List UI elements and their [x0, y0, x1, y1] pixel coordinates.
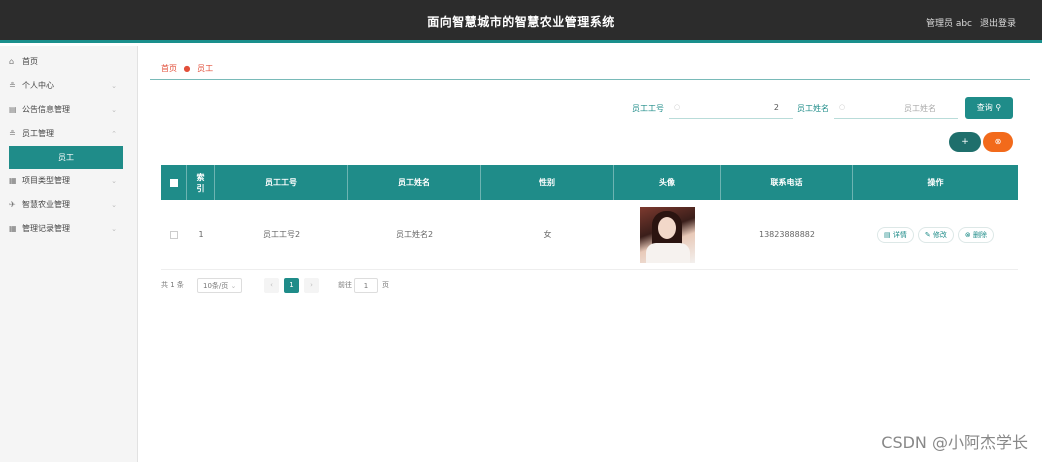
- row-select-cell[interactable]: [161, 200, 187, 269]
- add-icon: +: [961, 137, 969, 147]
- row-avatar-cell: [614, 200, 721, 269]
- chevron-down-icon: ⌄: [111, 177, 117, 185]
- page-size-value: 10条/页: [203, 282, 229, 290]
- chevron-down-icon: ⌄: [230, 282, 237, 290]
- row-phone: 13823888882: [759, 230, 815, 239]
- row-employee-name: 员工姓名2: [395, 230, 434, 239]
- search-button-label: 查询: [976, 103, 993, 112]
- select-all-cell[interactable]: [161, 165, 187, 200]
- employee-no-value: 2: [773, 103, 779, 112]
- chevron-down-icon: ⌄: [111, 82, 117, 90]
- table-header: 索引 员工工号 员工姓名 性别 头像 联系电话 操作: [161, 165, 1018, 200]
- logout-link[interactable]: 退出登录: [980, 16, 1016, 29]
- goto-label: 前往: [338, 281, 352, 289]
- row-index: 1: [198, 230, 204, 239]
- edit-button-label: 修改: [932, 230, 947, 239]
- detail-button[interactable]: ▤ 详情: [876, 226, 914, 243]
- home-icon: ⌂: [9, 57, 15, 66]
- sidebar-item-notice[interactable]: ▤ 公告信息管理 ⌄: [0, 98, 137, 122]
- top-bar: 面向智慧城市的智慧农业管理系统 管理员 abc 退出登录: [0, 0, 1042, 43]
- col-avatar: 头像: [614, 165, 721, 200]
- employee-name-input[interactable]: ○ 员工姓名: [834, 97, 958, 119]
- sidebar-item-label: 管理记录管理: [22, 224, 70, 233]
- chevron-down-icon: ⌄: [111, 106, 117, 114]
- row-operations: ▤ 详情 ✎ 修改 ⊗ 删除: [853, 200, 1018, 269]
- delete-row-button[interactable]: ⊗ 删除: [957, 226, 995, 243]
- sidebar-item-label: 智慧农业管理: [22, 200, 70, 209]
- sidebar-item-label: 首页: [22, 57, 38, 66]
- sidebar-item-label: 员工管理: [22, 129, 54, 138]
- main-content: 首页 ● 员工 员工工号 ○ 2 员工姓名 ○ 员工姓名 查询 ⚲ + ⊗ 索引: [150, 46, 1030, 462]
- goto-page-input[interactable]: 1: [354, 278, 378, 293]
- row-employee-no: 员工工号2: [262, 230, 301, 239]
- employee-no-label: 员工工号: [632, 104, 664, 113]
- breadcrumb-separator-icon: ●: [183, 64, 191, 73]
- delete-row-button-label: 删除: [973, 230, 988, 239]
- current-user: 管理员 abc: [925, 19, 972, 29]
- sidebar: ⌂ 首页 ≗ 个人中心 ⌄ ▤ 公告信息管理 ⌄ ≗ 员工管理 ⌃ 员工 ▦ 项…: [0, 46, 138, 462]
- list-icon: ▦: [9, 224, 17, 233]
- employee-table: 索引 员工工号 员工姓名 性别 头像 联系电话 操作 1 员工工号2 员工姓名2…: [161, 165, 1018, 270]
- col-index: 索引: [187, 165, 215, 200]
- detail-icon: ▤: [883, 230, 893, 239]
- table-row: 1 员工工号2 员工姓名2 女 13823888882 ▤ 详情 ✎ 修改 ⊗ …: [161, 200, 1018, 270]
- col-gender: 性别: [481, 165, 614, 200]
- add-button[interactable]: +: [949, 132, 981, 152]
- edit-button[interactable]: ✎ 修改: [917, 226, 954, 243]
- chevron-down-icon: ⌄: [111, 225, 117, 233]
- employee-name-label: 员工姓名: [797, 104, 829, 113]
- sidebar-item-label: 项目类型管理: [22, 176, 70, 185]
- next-page-button[interactable]: ›: [304, 278, 319, 293]
- user-icon: ≗: [9, 81, 16, 90]
- user-icon: ≗: [9, 129, 16, 138]
- chevron-down-icon: ⌄: [111, 201, 117, 209]
- search-icon: ○: [839, 103, 846, 111]
- select-all-checkbox[interactable]: [169, 178, 178, 187]
- delete-button[interactable]: ⊗: [983, 132, 1013, 152]
- delete-icon: ⊗: [964, 230, 974, 239]
- sidebar-item-smart-agri[interactable]: ✈ 智慧农业管理 ⌄: [0, 193, 137, 217]
- employee-no-input[interactable]: ○ 2: [669, 97, 793, 119]
- detail-button-label: 详情: [892, 230, 907, 239]
- breadcrumb-current: 员工: [197, 64, 214, 73]
- page-size-select[interactable]: 10条/页 ⌄: [197, 278, 243, 293]
- search-button[interactable]: 查询 ⚲: [965, 97, 1013, 119]
- watermark: CSDN @小阿杰学长: [881, 433, 1028, 452]
- sidebar-item-label: 个人中心: [22, 81, 54, 90]
- sidebar-item-label: 员工: [58, 153, 74, 162]
- delete-icon: ⊗: [994, 137, 1002, 146]
- prev-page-button[interactable]: ‹: [264, 278, 279, 293]
- col-operations: 操作: [927, 178, 944, 187]
- col-phone: 联系电话: [721, 165, 853, 200]
- sidebar-item-employee[interactable]: 员工: [9, 146, 123, 169]
- search-icon: ⚲: [995, 103, 1002, 112]
- row-gender: 女: [543, 230, 552, 239]
- search-bar: 员工工号 ○ 2 员工姓名 ○ 员工姓名 查询 ⚲: [150, 97, 1030, 119]
- list-icon: ▦: [9, 176, 17, 185]
- sidebar-item-employee-mgmt[interactable]: ≗ 员工管理 ⌃: [0, 122, 137, 146]
- col-employee-no: 员工工号: [215, 165, 348, 200]
- pagination-total: 共 1 条: [161, 281, 184, 289]
- notice-icon: ▤: [9, 105, 17, 114]
- sidebar-item-project-type[interactable]: ▦ 项目类型管理 ⌄: [0, 169, 137, 193]
- sidebar-item-home[interactable]: ⌂ 首页: [0, 50, 137, 74]
- breadcrumb-divider: [150, 79, 1030, 80]
- send-icon: ✈: [9, 200, 16, 209]
- sidebar-item-mgmt-record[interactable]: ▦ 管理记录管理 ⌄: [0, 217, 137, 241]
- employee-name-placeholder: 员工姓名: [904, 104, 936, 113]
- col-employee-name: 员工姓名: [348, 165, 481, 200]
- sidebar-item-personal-center[interactable]: ≗ 个人中心 ⌄: [0, 74, 137, 98]
- current-page-button[interactable]: 1: [284, 278, 299, 293]
- edit-icon: ✎: [924, 230, 933, 239]
- row-checkbox[interactable]: [170, 230, 178, 239]
- app-title: 面向智慧城市的智慧农业管理系统: [427, 15, 615, 29]
- page-unit-label: 页: [382, 281, 389, 289]
- search-icon: ○: [674, 103, 681, 111]
- breadcrumb-home[interactable]: 首页: [161, 64, 177, 73]
- sidebar-item-label: 公告信息管理: [22, 105, 70, 114]
- breadcrumb: 首页 ● 员工: [161, 63, 213, 74]
- avatar: [640, 206, 695, 263]
- chevron-up-icon: ⌃: [111, 130, 117, 138]
